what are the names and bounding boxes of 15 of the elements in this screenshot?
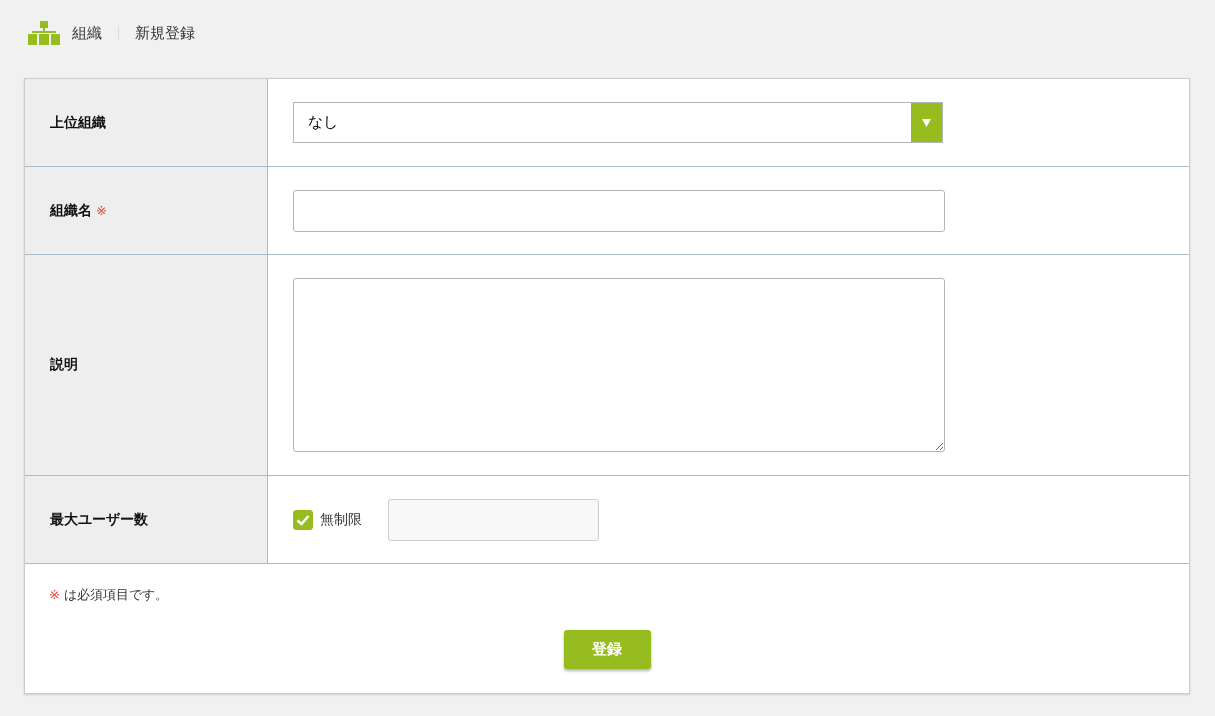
caret-icon [922, 118, 931, 127]
required-mark: ※ [96, 203, 107, 218]
required-mark: ※ [49, 587, 60, 602]
breadcrumb-section[interactable]: 組織 [72, 23, 102, 43]
field-label: 最大ユーザー数 [50, 510, 148, 529]
page-title: 新規登録 [135, 23, 195, 43]
unlimited-checkbox[interactable]: 無制限 [293, 509, 362, 530]
parent-organization-dropdown[interactable]: なし [293, 102, 943, 143]
organization-chart-icon [28, 21, 60, 45]
input-field[interactable] [293, 189, 945, 232]
description-field[interactable] [293, 278, 945, 452]
field-label: 説明 [50, 356, 78, 374]
field-label: 組織名 [50, 201, 92, 220]
field-label: 上位組織 [50, 113, 106, 132]
required-note: は必須項目です。 [64, 587, 169, 602]
